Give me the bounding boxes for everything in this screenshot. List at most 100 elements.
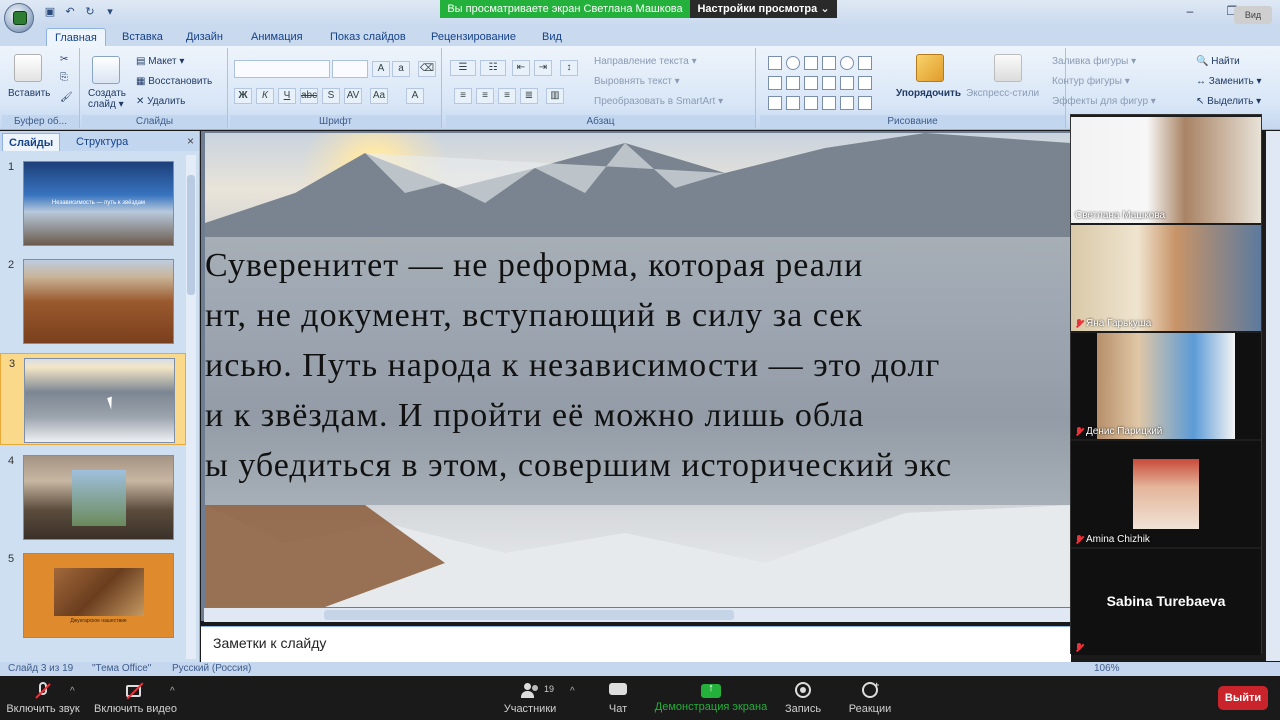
font-family-combo[interactable] bbox=[234, 60, 330, 78]
shape-brace-icon[interactable] bbox=[804, 96, 818, 110]
shape-star-icon[interactable] bbox=[858, 96, 872, 110]
decrease-indent-icon[interactable]: ⇤ bbox=[512, 60, 530, 76]
replace-button[interactable]: ↔ Заменить ▾ bbox=[1196, 76, 1262, 87]
tab-design[interactable]: Дизайн bbox=[178, 28, 231, 46]
select-button[interactable]: ↖ Выделить ▾ bbox=[1196, 96, 1261, 107]
clear-format-icon[interactable]: ⌫ bbox=[418, 61, 436, 77]
align-left-icon[interactable]: ≡ bbox=[454, 88, 472, 104]
vertical-scrollbar[interactable] bbox=[1266, 131, 1280, 661]
cut-icon[interactable]: ✂ bbox=[60, 54, 68, 65]
chat-button[interactable]: Чат bbox=[598, 682, 638, 715]
align-right-icon[interactable]: ≡ bbox=[498, 88, 516, 104]
view-options-button[interactable]: Настройки просмотра ⌄ bbox=[690, 0, 837, 18]
font-color-icon[interactable]: A bbox=[406, 88, 424, 104]
audio-options-caret-icon[interactable]: ^ bbox=[70, 686, 75, 697]
align-center-icon[interactable]: ≡ bbox=[476, 88, 494, 104]
bold-icon[interactable]: Ж bbox=[234, 88, 252, 104]
arrange-icon[interactable] bbox=[916, 54, 944, 82]
slide-thumbnail-3[interactable]: 3 bbox=[0, 353, 186, 445]
arrange-button[interactable]: Упорядочить bbox=[896, 88, 961, 99]
reactions-button[interactable]: + Реакции bbox=[842, 680, 898, 715]
shape-down-arrow-icon[interactable] bbox=[822, 76, 836, 90]
shape-arrow-icon[interactable] bbox=[822, 56, 836, 70]
video-tile-3[interactable]: Денис Парицкий bbox=[1071, 333, 1261, 439]
hscroll-thumb[interactable] bbox=[324, 610, 734, 620]
slide-thumbnail-5[interactable]: 5 Джунгарское нашествие bbox=[0, 549, 186, 641]
pane-scrollbar[interactable] bbox=[186, 155, 196, 659]
undo-icon[interactable]: ↶ bbox=[62, 4, 78, 20]
shape-connector-icon[interactable] bbox=[786, 76, 800, 90]
zoom-level[interactable]: 106% bbox=[1094, 663, 1120, 674]
minimize-icon[interactable]: – bbox=[1182, 3, 1198, 19]
increase-indent-icon[interactable]: ⇥ bbox=[534, 60, 552, 76]
line-spacing-icon[interactable]: ↕ bbox=[560, 60, 578, 76]
tab-animation[interactable]: Анимация bbox=[243, 28, 311, 46]
shape-textbox-icon[interactable] bbox=[768, 56, 782, 70]
copy-icon[interactable]: ⎘ bbox=[60, 72, 68, 83]
shape-bracket-right-icon[interactable] bbox=[840, 96, 854, 110]
new-slide-button[interactable]: Создать слайд ▾ bbox=[88, 88, 128, 110]
align-text-button[interactable]: Выровнять текст ▾ bbox=[594, 76, 680, 87]
pane-scroll-thumb[interactable] bbox=[187, 175, 195, 295]
slide-thumbnail-2[interactable]: 2 bbox=[0, 255, 186, 347]
justify-icon[interactable]: ≣ bbox=[520, 88, 538, 104]
shape-curve-icon[interactable] bbox=[768, 96, 782, 110]
text-box[interactable]: Суверенитет — не реформа, которая реали … bbox=[205, 237, 1071, 505]
shrink-font-icon[interactable]: a bbox=[392, 61, 410, 77]
shadow-icon[interactable]: S bbox=[322, 88, 340, 104]
shape-fill-button[interactable]: Заливка фигуры ▾ bbox=[1052, 56, 1136, 67]
video-tile-4[interactable]: Amina Chizhik bbox=[1071, 441, 1261, 547]
customize-qat-icon[interactable]: ▾ bbox=[102, 4, 118, 20]
shape-right-arrow-icon[interactable] bbox=[804, 76, 818, 90]
spacing-icon[interactable]: AV bbox=[344, 88, 362, 104]
find-button[interactable]: 🔍 Найти bbox=[1196, 56, 1240, 67]
shape-outline-button[interactable]: Контур фигуры ▾ bbox=[1052, 76, 1130, 87]
italic-icon[interactable]: К bbox=[256, 88, 274, 104]
font-size-combo[interactable] bbox=[332, 60, 368, 78]
shape-rect-icon[interactable] bbox=[804, 56, 818, 70]
tab-slides[interactable]: Слайды bbox=[2, 133, 61, 151]
share-screen-button[interactable]: Демонстрация экрана bbox=[652, 682, 770, 713]
slide-thumbnail-4[interactable]: 4 bbox=[0, 451, 186, 543]
video-tile-1[interactable]: Светлана Машкова bbox=[1071, 117, 1261, 223]
text-direction-button[interactable]: Направление текста ▾ bbox=[594, 56, 697, 67]
change-case-icon[interactable]: Aa bbox=[370, 88, 388, 104]
shape-circle-icon[interactable] bbox=[840, 56, 854, 70]
current-slide[interactable]: Суверенитет — не реформа, которая реали … bbox=[205, 133, 1071, 607]
paste-icon[interactable] bbox=[14, 54, 42, 82]
reset-button[interactable]: ▦ Восстановить bbox=[136, 76, 212, 87]
participants-caret-icon[interactable]: ^ bbox=[570, 686, 575, 697]
video-options-caret-icon[interactable]: ^ bbox=[170, 686, 175, 697]
quick-styles-button[interactable]: Экспресс-стили bbox=[966, 88, 1039, 99]
convert-smartart-button[interactable]: Преобразовать в SmartArt ▾ bbox=[594, 96, 723, 107]
video-tile-5[interactable]: Sabina Turebaeva bbox=[1071, 549, 1261, 655]
office-button[interactable] bbox=[4, 3, 34, 33]
grow-font-icon[interactable]: A bbox=[372, 61, 390, 77]
quick-styles-icon[interactable] bbox=[994, 54, 1022, 82]
notes-pane[interactable]: Заметки к слайду bbox=[201, 626, 1071, 662]
tab-home[interactable]: Главная bbox=[46, 28, 106, 46]
tab-outline[interactable]: Структура bbox=[70, 133, 134, 151]
shape-rounded-icon[interactable] bbox=[858, 56, 872, 70]
bullets-icon[interactable]: ☰ bbox=[450, 60, 476, 76]
shape-arc-icon[interactable] bbox=[786, 96, 800, 110]
video-tile-2[interactable]: Яна Гарькуша bbox=[1071, 225, 1261, 331]
unmute-button[interactable]: Включить звук bbox=[6, 682, 80, 715]
format-painter-icon[interactable]: 🖌 bbox=[60, 92, 73, 103]
shape-callout-icon[interactable] bbox=[840, 76, 854, 90]
delete-slide-button[interactable]: ✕ Удалить bbox=[136, 96, 185, 107]
start-video-button[interactable]: Включить видео bbox=[94, 682, 177, 715]
shape-bracket-icon[interactable] bbox=[822, 96, 836, 110]
close-pane-icon[interactable]: × bbox=[187, 134, 194, 148]
strikethrough-icon[interactable]: abc bbox=[300, 88, 318, 104]
numbering-icon[interactable]: ☷ bbox=[480, 60, 506, 76]
underline-icon[interactable]: Ч bbox=[278, 88, 296, 104]
shape-pentagon-icon[interactable] bbox=[858, 76, 872, 90]
view-button[interactable]: Вид bbox=[1234, 6, 1272, 24]
save-icon[interactable]: ▣ bbox=[42, 4, 58, 20]
tab-slideshow[interactable]: Показ слайдов bbox=[322, 28, 414, 46]
language-indicator[interactable]: Русский (Россия) bbox=[172, 663, 251, 674]
shape-effects-button[interactable]: Эффекты для фигур ▾ bbox=[1052, 96, 1156, 107]
layout-button[interactable]: ▤ Макет ▾ bbox=[136, 56, 184, 67]
record-button[interactable]: Запись bbox=[778, 682, 828, 715]
